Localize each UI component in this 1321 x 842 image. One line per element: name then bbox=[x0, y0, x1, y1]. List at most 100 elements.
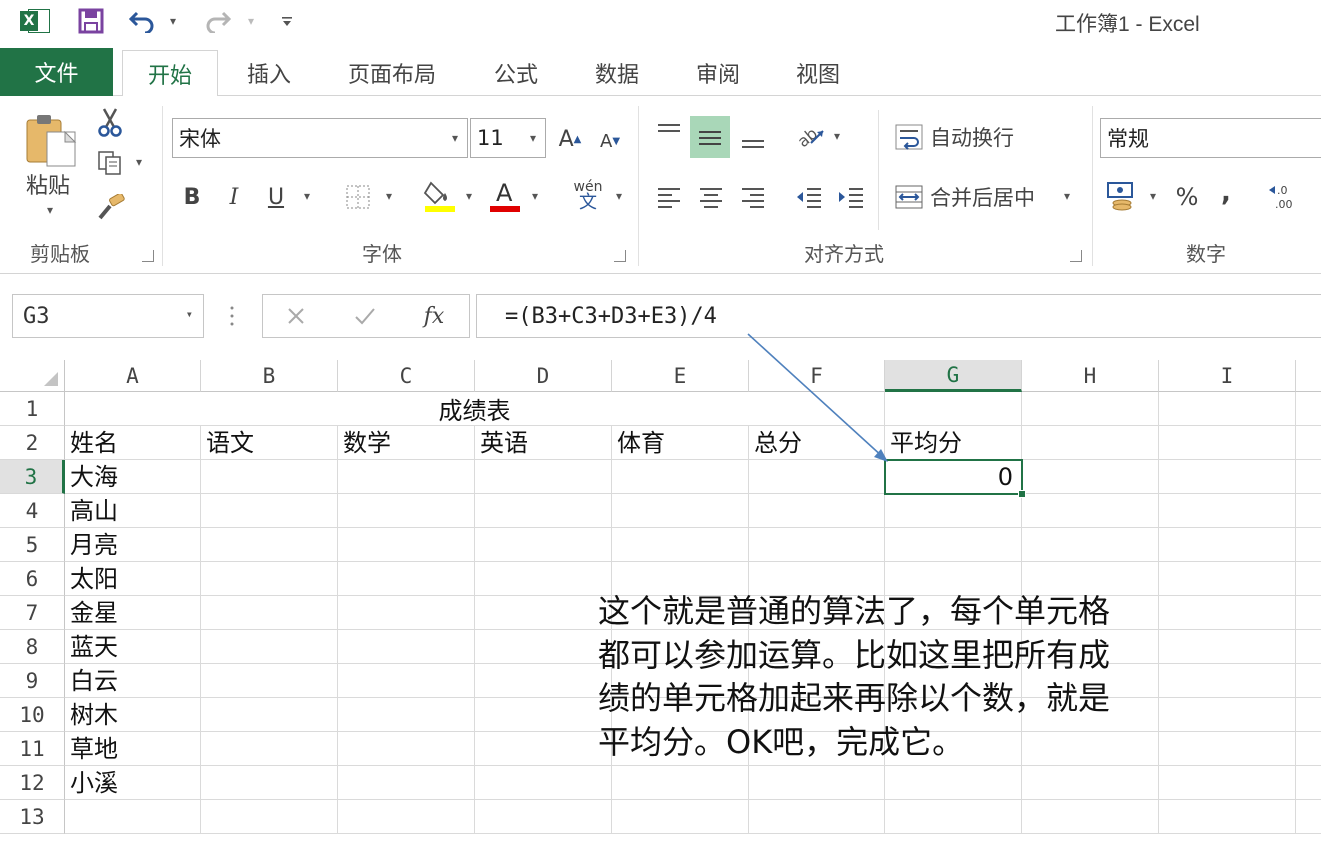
cell[interactable] bbox=[475, 732, 612, 766]
formula-bar-grip-icon[interactable] bbox=[228, 304, 236, 328]
header-cell[interactable]: 姓名 bbox=[65, 426, 201, 460]
align-center-icon[interactable] bbox=[694, 180, 728, 214]
cell[interactable] bbox=[885, 494, 1022, 528]
percent-style-button[interactable]: % bbox=[1170, 180, 1204, 214]
tab-review[interactable]: 审阅 bbox=[680, 50, 756, 96]
cell[interactable] bbox=[1159, 392, 1296, 426]
cell[interactable] bbox=[475, 766, 612, 800]
row-header-3[interactable]: 3 bbox=[0, 460, 65, 494]
column-header-e[interactable]: E bbox=[612, 360, 749, 392]
insert-function-icon[interactable]: fx bbox=[419, 301, 449, 331]
row-header-4[interactable]: 4 bbox=[0, 494, 65, 528]
grow-font-icon[interactable]: A ▲ bbox=[556, 122, 584, 156]
row-header-2[interactable]: 2 bbox=[0, 426, 65, 460]
column-header-f[interactable]: F bbox=[749, 360, 885, 392]
tab-home[interactable]: 开始 bbox=[122, 50, 218, 97]
row-header-11[interactable]: 11 bbox=[0, 732, 65, 766]
number-format-combo[interactable]: 常规 bbox=[1100, 118, 1321, 158]
merge-dropdown-icon[interactable]: ▾ bbox=[1060, 188, 1074, 204]
cell[interactable] bbox=[749, 800, 885, 834]
cell[interactable] bbox=[475, 698, 612, 732]
cell[interactable] bbox=[475, 664, 612, 698]
copy-icon[interactable] bbox=[94, 148, 126, 178]
underline-button[interactable]: U bbox=[262, 180, 290, 214]
name-cell[interactable]: 草地 bbox=[65, 732, 201, 766]
cell[interactable] bbox=[1296, 426, 1321, 460]
name-cell[interactable]: 大海 bbox=[65, 460, 201, 494]
save-icon[interactable] bbox=[76, 6, 106, 36]
merge-center-icon[interactable] bbox=[892, 180, 926, 214]
font-name-combo[interactable]: 宋体 ▾ bbox=[172, 118, 468, 158]
paste-dropdown-icon[interactable]: ▾ bbox=[42, 202, 58, 218]
paste-icon[interactable] bbox=[22, 110, 80, 168]
cell[interactable] bbox=[1296, 698, 1321, 732]
orientation-dropdown-icon[interactable]: ▾ bbox=[830, 128, 844, 144]
column-header-a[interactable]: A bbox=[65, 360, 201, 392]
borders-dropdown-icon[interactable]: ▾ bbox=[382, 188, 396, 204]
cell[interactable] bbox=[749, 460, 885, 494]
comma-style-button[interactable]: , bbox=[1212, 176, 1240, 210]
excel-logo-icon[interactable]: X bbox=[20, 6, 52, 36]
cell[interactable] bbox=[338, 766, 475, 800]
tab-file[interactable]: 文件 bbox=[0, 48, 113, 96]
cell[interactable] bbox=[612, 494, 749, 528]
cell[interactable] bbox=[201, 494, 338, 528]
column-header-c[interactable]: C bbox=[338, 360, 475, 392]
cell[interactable] bbox=[338, 528, 475, 562]
cancel-icon[interactable] bbox=[285, 305, 309, 329]
alignment-launcher-icon[interactable] bbox=[1070, 250, 1082, 262]
borders-icon[interactable] bbox=[342, 180, 374, 214]
cell[interactable] bbox=[201, 596, 338, 630]
cell[interactable] bbox=[201, 630, 338, 664]
customize-toolbar-icon[interactable] bbox=[278, 6, 296, 36]
cell[interactable] bbox=[475, 562, 612, 596]
tab-page-layout[interactable]: 页面布局 bbox=[332, 50, 452, 96]
row-header-6[interactable]: 6 bbox=[0, 562, 65, 596]
cell[interactable] bbox=[1296, 664, 1321, 698]
font-launcher-icon[interactable] bbox=[614, 250, 626, 262]
cell[interactable] bbox=[1022, 528, 1159, 562]
cell[interactable] bbox=[612, 460, 749, 494]
header-cell[interactable]: 体育 bbox=[612, 426, 749, 460]
increase-indent-icon[interactable] bbox=[834, 180, 868, 214]
cell[interactable] bbox=[338, 664, 475, 698]
row-header-5[interactable]: 5 bbox=[0, 528, 65, 562]
cell[interactable] bbox=[1296, 562, 1321, 596]
format-painter-icon[interactable] bbox=[94, 192, 128, 222]
column-header-d[interactable]: D bbox=[475, 360, 612, 392]
cell[interactable] bbox=[1296, 528, 1321, 562]
cell[interactable] bbox=[612, 528, 749, 562]
fill-handle[interactable] bbox=[1018, 490, 1026, 498]
bold-button[interactable]: B bbox=[178, 180, 206, 214]
cell[interactable] bbox=[1022, 800, 1159, 834]
row-header-10[interactable]: 10 bbox=[0, 698, 65, 732]
cell[interactable] bbox=[201, 766, 338, 800]
cell[interactable] bbox=[885, 766, 1022, 800]
select-all-button[interactable] bbox=[0, 360, 65, 392]
tab-formulas[interactable]: 公式 bbox=[478, 50, 554, 96]
undo-icon[interactable] bbox=[128, 6, 156, 36]
column-header-h[interactable]: H bbox=[1022, 360, 1159, 392]
cell[interactable] bbox=[612, 800, 749, 834]
cell[interactable] bbox=[1022, 766, 1159, 800]
cell[interactable] bbox=[885, 800, 1022, 834]
top-align-icon[interactable] bbox=[652, 116, 686, 150]
cell[interactable] bbox=[1296, 494, 1321, 528]
cell[interactable] bbox=[1159, 766, 1296, 800]
cell[interactable] bbox=[1159, 426, 1296, 460]
align-right-icon[interactable] bbox=[736, 180, 770, 214]
cell[interactable] bbox=[1296, 596, 1321, 630]
name-cell[interactable]: 蓝天 bbox=[65, 630, 201, 664]
formula-input[interactable]: =(B3+C3+D3+E3)/4 bbox=[476, 294, 1321, 338]
cell[interactable] bbox=[1296, 392, 1321, 426]
redo-dropdown-icon[interactable]: ▾ bbox=[244, 6, 258, 36]
cell[interactable] bbox=[1159, 528, 1296, 562]
fill-color-icon[interactable] bbox=[422, 176, 458, 214]
paste-label[interactable]: 粘贴 bbox=[18, 170, 78, 199]
cell[interactable] bbox=[612, 766, 749, 800]
cell[interactable] bbox=[201, 460, 338, 494]
bottom-align-icon[interactable] bbox=[736, 122, 770, 156]
font-size-dropdown-icon[interactable]: ▾ bbox=[521, 119, 545, 157]
row-header-1[interactable]: 1 bbox=[0, 392, 65, 426]
cell[interactable] bbox=[475, 460, 612, 494]
